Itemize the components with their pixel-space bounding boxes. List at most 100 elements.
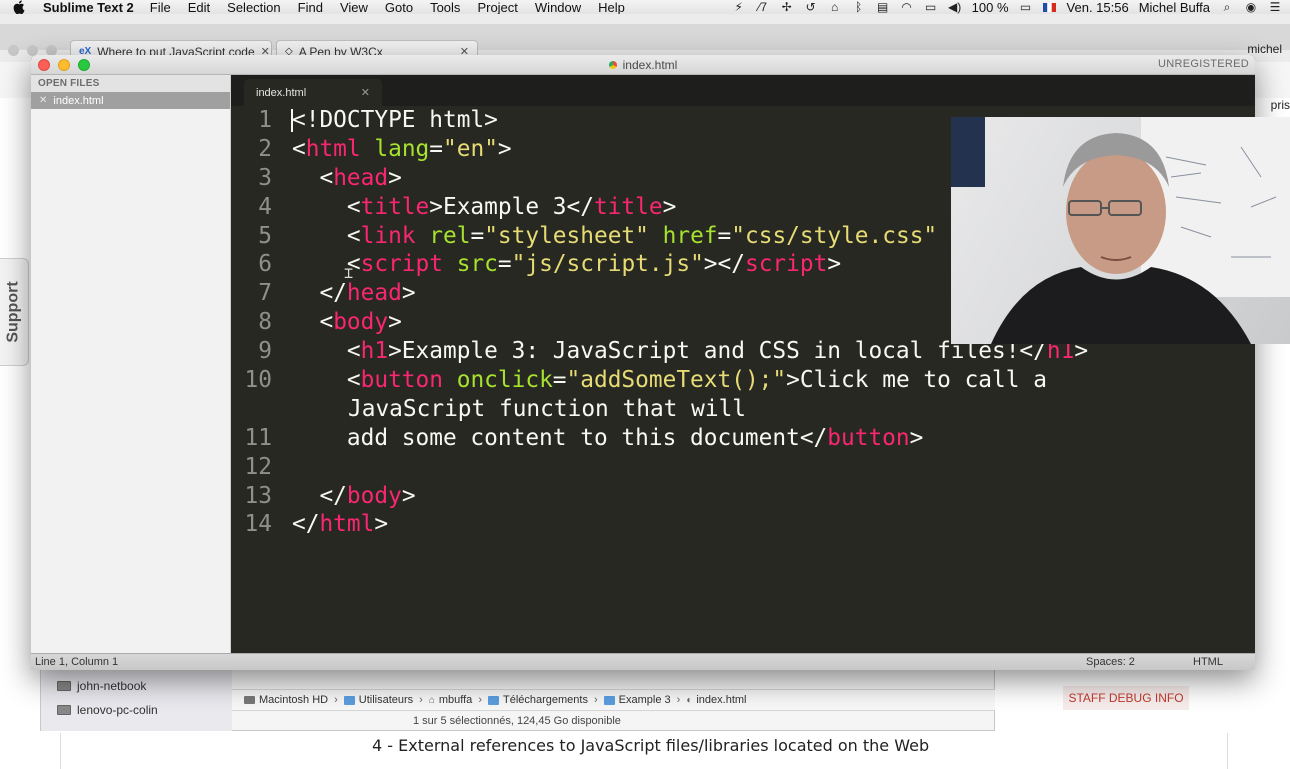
open-file-label: index.html: [53, 94, 104, 107]
section-heading: 4 - External references to JavaScript fi…: [372, 736, 930, 755]
slack-icon[interactable]: ✢: [780, 0, 794, 14]
notification-center-icon[interactable]: ☰: [1268, 0, 1282, 14]
code-token: >: [662, 193, 677, 220]
french-flag-icon[interactable]: [1043, 0, 1057, 14]
code-token: >: [909, 424, 924, 451]
line-number[interactable]: 8: [231, 308, 272, 337]
close-file-icon[interactable]: ✕: [39, 95, 47, 106]
hat-icon[interactable]: ⌂: [828, 0, 842, 14]
menu-help[interactable]: Help: [598, 0, 625, 14]
flash-icon[interactable]: ⚡: [732, 0, 746, 14]
path-index-html[interactable]: ◐ index.html: [686, 694, 746, 706]
code-text: <head>: [292, 164, 402, 193]
code-token: h1: [360, 338, 389, 365]
code-line-12: 12: [231, 453, 1255, 482]
code-token: "stylesheet": [484, 222, 649, 249]
airplay-icon[interactable]: ▭: [924, 0, 938, 14]
code-token: <: [292, 135, 306, 162]
app-menu[interactable]: Sublime Text 2: [43, 0, 134, 14]
code-token: head: [346, 280, 402, 307]
open-file-item[interactable]: ✕ index.html: [31, 92, 230, 109]
menu-edit[interactable]: Edit: [188, 0, 210, 14]
line-number[interactable]: 6: [231, 250, 272, 279]
finder-device-item[interactable]: john-netbook: [57, 679, 146, 693]
path-utilisateurs[interactable]: Utilisateurs: [343, 694, 413, 706]
close-tab-icon[interactable]: ✕: [361, 86, 370, 99]
syntax-mode[interactable]: HTML: [1193, 656, 1223, 668]
menu-project[interactable]: Project: [477, 0, 517, 14]
menu-tools[interactable]: Tools: [430, 0, 460, 14]
chevron-right-icon: ›: [478, 694, 482, 706]
code-text: </body>: [292, 482, 416, 511]
crumb-label: Téléchargements: [502, 694, 588, 706]
menu-view[interactable]: View: [340, 0, 368, 14]
line-number[interactable]: 1: [231, 106, 272, 135]
finder-device-item[interactable]: lenovo-pc-colin: [57, 703, 158, 717]
menu-goto[interactable]: Goto: [385, 0, 413, 14]
menu-selection[interactable]: Selection: [227, 0, 280, 14]
code-token: <!DOCTYPE html>: [292, 107, 498, 133]
crumb-label: mbuffa: [438, 694, 473, 706]
finder-device-label: lenovo-pc-colin: [77, 703, 158, 717]
macos-menu-bar: Sublime Text 2 File Edit Selection Find …: [0, 0, 1290, 14]
path-telechargements[interactable]: Téléchargements: [487, 694, 588, 706]
menu-window[interactable]: Window: [535, 0, 581, 14]
siri-icon[interactable]: ◉: [1244, 0, 1258, 14]
line-number[interactable]: 2: [231, 135, 272, 164]
code-line-13: 13 </body>: [231, 482, 1255, 511]
path-example-3[interactable]: Example 3: [603, 694, 671, 706]
battery-percent[interactable]: 100 %: [972, 0, 1009, 14]
code-token: JavaScript function that will: [348, 395, 747, 422]
crumb-label: Macintosh HD: [259, 694, 329, 706]
time-machine-icon[interactable]: ↺: [804, 0, 818, 14]
presenter-webcam: [951, 117, 1290, 344]
menu-clock[interactable]: Ven. 15:56: [1067, 0, 1129, 14]
code-token: button: [360, 367, 443, 394]
staff-debug-info-button[interactable]: STAFF DEBUG INFO: [1063, 686, 1189, 710]
code-text: <button onclick="addSomeText();">Click m…: [292, 366, 1047, 395]
battery-icon[interactable]: ▭: [1019, 0, 1033, 14]
line-number[interactable]: 10: [231, 366, 272, 395]
code-token: >: [497, 135, 512, 162]
ibeam-pointer-icon: ⌶: [344, 264, 354, 282]
browser-profile-name[interactable]: michel: [1247, 42, 1282, 56]
code-token: >: [401, 482, 416, 509]
line-number[interactable]: 7: [231, 279, 272, 308]
volume-icon[interactable]: ◀): [948, 0, 962, 14]
browser-close-dot[interactable]: [8, 45, 19, 56]
wifi-icon[interactable]: ◠: [900, 0, 914, 14]
path-macintosh-hd[interactable]: Macintosh HD: [244, 694, 328, 706]
line-number[interactable]: 11: [231, 424, 272, 453]
adobe-count-icon[interactable]: ⁄ 7: [756, 0, 770, 14]
line-number[interactable]: 12: [231, 453, 272, 482]
code-token: html: [319, 511, 375, 538]
line-number[interactable]: 13: [231, 482, 272, 511]
menu-file[interactable]: File: [150, 0, 171, 14]
code-token: onclick: [456, 367, 553, 394]
support-tab-label: Support: [5, 281, 23, 343]
line-number[interactable]: 5: [231, 222, 272, 251]
spotlight-search-icon[interactable]: ⌕: [1220, 0, 1234, 14]
path-mbuffa[interactable]: ⌂ mbuffa: [429, 694, 472, 706]
code-token: >: [388, 164, 402, 191]
code-text: </head>: [292, 279, 415, 308]
apple-menu-icon[interactable]: [13, 0, 27, 14]
line-number[interactable]: 14: [231, 510, 272, 539]
code-text: <script src="js/script.js"></script>: [292, 250, 841, 279]
keyboard-icon[interactable]: ▤: [876, 0, 890, 14]
code-token: <: [292, 222, 361, 249]
bluetooth-icon[interactable]: ᛒ: [852, 0, 866, 14]
status-area: ⚡ ⁄ 7 ✢ ↺ ⌂ ᛒ ▤ ◠ ▭ ◀) 100 % ▭ Ven. 15:56…: [732, 0, 1282, 14]
menu-user[interactable]: Michel Buffa: [1139, 0, 1210, 14]
support-tab[interactable]: Support: [0, 258, 29, 366]
indentation-setting[interactable]: Spaces: 2: [1086, 656, 1135, 668]
code-token: "js/script.js": [511, 251, 704, 278]
line-number[interactable]: 4: [231, 193, 272, 222]
line-number[interactable]: 3: [231, 164, 272, 193]
menu-find[interactable]: Find: [298, 0, 323, 14]
code-line-14: 14 </html>: [231, 510, 1255, 539]
editor-tab-index-html[interactable]: index.html ✕: [244, 79, 382, 106]
line-number[interactable]: 9: [231, 337, 272, 366]
code-token: lang: [374, 135, 430, 162]
